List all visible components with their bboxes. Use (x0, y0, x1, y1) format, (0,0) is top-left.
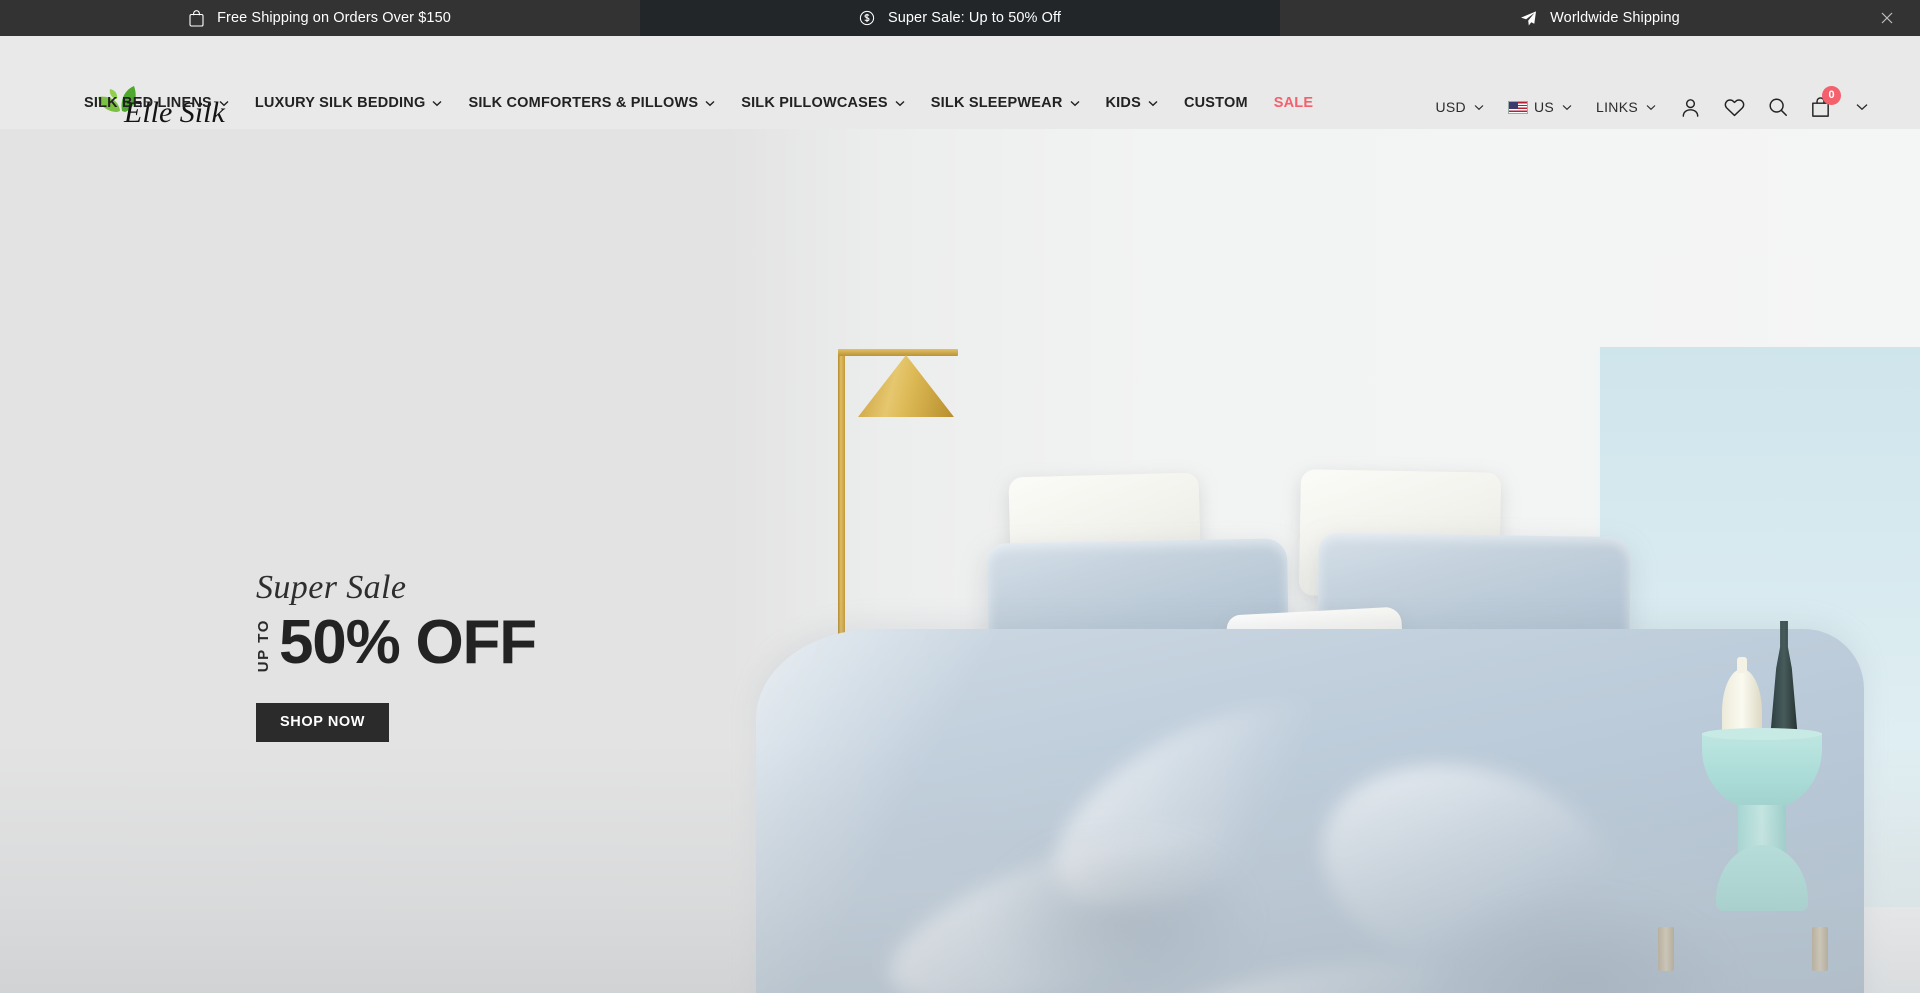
nav-item-silk-comforters-pillows[interactable]: SILK COMFORTERS & PILLOWS (468, 87, 729, 119)
floor-shadow (0, 743, 1920, 993)
user-icon (1682, 98, 1698, 117)
nav-label: SILK PILLOWCASES (741, 95, 888, 111)
announcement-item-free-shipping[interactable]: Free Shipping on Orders Over $150 (0, 0, 640, 36)
nav-item-kids[interactable]: KIDS (1106, 87, 1172, 119)
hero-headline: 50% OFF (279, 608, 537, 677)
hero-copy: Super Sale UP TO 50% OFF SHOP NOW (255, 569, 537, 742)
nav-item-silk-pillowcases[interactable]: SILK PILLOWCASES (741, 87, 919, 119)
close-icon[interactable] (1878, 9, 1896, 27)
chevron-down-icon (1148, 100, 1158, 106)
chevron-down-icon (219, 100, 229, 106)
links-label: LINKS (1596, 99, 1638, 115)
site-header: Elle Silk USD US LINKS 0 SILK BED LINENS… (0, 36, 1920, 129)
chevron-down-icon (1070, 100, 1079, 106)
paper-plane-icon (1520, 10, 1537, 27)
links-menu[interactable]: LINKS (1584, 99, 1668, 115)
nav-label: SILK SLEEPWEAR (930, 95, 1063, 111)
account-button[interactable] (1668, 88, 1712, 126)
announcement-text: Super Sale: Up to 50% Off (887, 10, 1062, 26)
nav-label: SALE (1273, 95, 1314, 111)
hero-eyebrow: Super Sale (256, 569, 407, 606)
nav-label: SILK BED LINENS (84, 95, 212, 111)
nav-item-silk-bed-linens[interactable]: SILK BED LINENS (84, 87, 243, 119)
shop-now-button[interactable]: SHOP NOW (256, 702, 390, 742)
chevron-down-icon (1646, 104, 1656, 110)
announcement-item-super-sale[interactable]: Super Sale: Up to 50% Off (640, 0, 1280, 36)
hero-banner[interactable]: Super Sale UP TO 50% OFF SHOP NOW (0, 129, 1920, 993)
shopping-bag-icon (189, 9, 204, 27)
search-button[interactable] (1756, 88, 1800, 126)
chevron-down-icon (1856, 104, 1868, 111)
chevron-down-icon (1474, 104, 1484, 110)
currency-selector[interactable]: USD (1424, 99, 1496, 115)
country-selector[interactable]: US (1496, 99, 1584, 115)
chevron-down-icon (705, 100, 715, 106)
wishlist-button[interactable] (1712, 88, 1756, 126)
utility-nav: USD US LINKS 0 (1424, 86, 1885, 126)
hero-headline-row: UP TO 50% OFF (255, 608, 537, 677)
search-icon (1769, 98, 1787, 116)
nav-label: CUSTOM (1183, 95, 1248, 111)
heart-icon (1724, 98, 1744, 116)
us-flag-icon (1507, 100, 1528, 114)
announcement-text: Worldwide Shipping (1550, 10, 1680, 26)
chevron-down-icon (1562, 104, 1572, 110)
main-navigation: SILK BED LINENS LUXURY SILK BEDDING SILK… (84, 87, 1327, 119)
cart-dropdown-toggle[interactable] (1840, 88, 1884, 126)
hero-up-to-label: UP TO (255, 619, 272, 673)
nav-label: KIDS (1105, 95, 1141, 111)
nav-item-silk-sleepwear[interactable]: SILK SLEEPWEAR (931, 87, 1094, 119)
nav-label: SILK COMFORTERS & PILLOWS (468, 95, 699, 111)
announcement-item-worldwide-shipping[interactable]: Worldwide Shipping (1280, 0, 1920, 36)
chevron-down-icon (432, 100, 442, 106)
currency-label: USD (1435, 99, 1466, 115)
announcement-text: Free Shipping on Orders Over $150 (217, 10, 451, 26)
nav-item-custom[interactable]: CUSTOM (1184, 87, 1262, 119)
country-label: US (1533, 99, 1555, 115)
floor-lamp-arm (838, 349, 958, 356)
cart-button[interactable]: 0 (1800, 86, 1841, 126)
nav-item-sale[interactable]: SALE (1274, 87, 1327, 119)
nav-label: LUXURY SILK BEDDING (254, 95, 426, 111)
announcement-bar: Free Shipping on Orders Over $150 Super … (0, 0, 1920, 36)
chevron-down-icon (895, 100, 905, 106)
dollar-coin-icon (859, 10, 875, 26)
nav-item-luxury-silk-bedding[interactable]: LUXURY SILK BEDDING (255, 87, 457, 119)
cart-count-badge: 0 (1822, 86, 1841, 105)
